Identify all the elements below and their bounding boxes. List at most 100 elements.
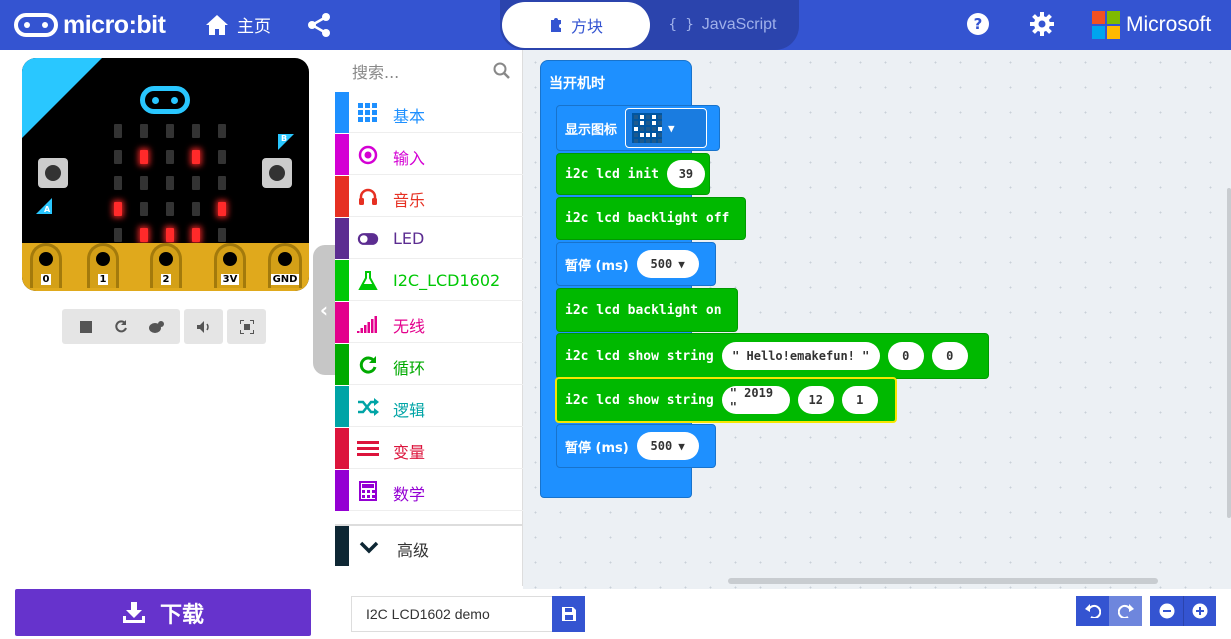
help-button[interactable]: ? [966,12,990,40]
pin-gnd[interactable]: GND [268,243,302,288]
category-color-bar [335,302,349,343]
bottom-bar: I2C LCD1602 demo [335,589,1231,639]
microbit-board[interactable]: A B 0 1 2 3V GND [22,58,309,291]
editor-mode-toggle: 方块 { } JavaScript [500,0,799,50]
toolbox-category-7[interactable]: 逻辑 [335,386,523,427]
microbit-logo[interactable]: micro:bit [14,10,166,40]
board-logo-touch[interactable] [140,86,190,114]
mute-button[interactable] [184,309,223,344]
toolbox-category-9[interactable]: 数学 [335,470,523,511]
led [140,202,148,216]
show-string-y-2[interactable]: 1 [841,386,878,414]
show-string-block-1[interactable]: i2c lcd show string " Hello!emakefun! " … [556,333,989,379]
blocks-mode-label: 方块 [570,17,603,36]
show-string-text-1[interactable]: " Hello!emakefun! " [721,342,880,370]
on-start-label: 当开机时 [549,76,605,92]
advanced-label: 高级 [397,541,430,560]
toolbox-category-8[interactable]: 变量 [335,428,523,469]
pause-label-2: 暂停 (ms) [565,440,629,456]
pin-2[interactable]: 2 [150,243,182,288]
pause-value-2[interactable]: 500 ▼ [636,432,699,460]
undo-icon [1084,604,1101,618]
show-string-x-2[interactable]: 12 [797,386,834,414]
toolbox-category-2[interactable]: 音乐 [335,176,523,217]
download-button[interactable]: 下载 [15,589,311,636]
pause-value-1[interactable]: 500 ▼ [636,250,699,278]
fullscreen-button[interactable] [227,309,266,344]
microsoft-logo[interactable]: Microsoft [1092,11,1211,39]
show-icon-block[interactable]: 显示图标 ▼ [556,105,720,151]
toolbox-category-5[interactable]: 无线 [335,302,523,343]
zoom-group [1150,596,1216,626]
button-b[interactable] [262,158,292,188]
backlight-off-label: i2c lcd backlight off [565,211,730,226]
lcd-init-block[interactable]: i2c lcd init 39 [556,153,710,195]
show-string-x-1[interactable]: 0 [887,342,924,370]
category-color-bar [335,92,349,133]
zoom-out-button[interactable] [1150,596,1183,626]
horizontal-scrollbar[interactable] [728,578,1158,584]
toolbox-category-4[interactable]: I2C_LCD1602 [335,260,523,301]
led [218,124,226,138]
led [114,124,122,138]
sound-icon [196,320,209,333]
pin-0[interactable]: 0 [30,243,62,288]
shuffle-icon [357,396,379,418]
toolbox-category-0[interactable]: 基本 [335,92,523,133]
restart-button[interactable] [111,317,131,337]
backlight-on-block[interactable]: i2c lcd backlight on [556,288,738,332]
pin-1[interactable]: 1 [87,243,119,288]
braces-icon: { } [668,17,694,33]
pause-block-1[interactable]: 暂停 (ms) 500 ▼ [556,242,716,286]
blocks-mode-tab[interactable]: 方块 [502,2,650,48]
javascript-mode-tab[interactable]: { } JavaScript [650,2,795,48]
home-icon [206,14,228,35]
vertical-scrollbar[interactable] [1227,188,1231,518]
show-string-text-2[interactable]: " 2019 " [721,386,790,414]
button-a[interactable] [38,158,68,188]
redo-button[interactable] [1109,596,1142,626]
share-icon [308,13,330,37]
help-icon: ? [967,13,989,35]
undo-button[interactable] [1076,596,1109,626]
zoom-in-button[interactable] [1183,596,1216,626]
pin-3v[interactable]: 3V [214,243,246,288]
category-label: I2C_LCD1602 [393,271,501,290]
led [166,228,174,242]
redo-icon [1117,604,1134,618]
toolbox-advanced[interactable]: 高级 [335,524,523,566]
collapse-simulator-button[interactable]: ‹ [313,245,335,375]
icon-dropdown[interactable]: ▼ [625,108,708,148]
category-label: LED [393,229,425,248]
category-color-bar [335,176,349,217]
toolbox-category-1[interactable]: 输入 [335,134,523,175]
debug-button[interactable] [146,317,166,337]
simulator-panel: A B 0 1 2 3V GND 下载 [0,50,335,639]
toolbox-category-6[interactable]: 循环 [335,344,523,385]
pause-block-2[interactable]: 暂停 (ms) 500 ▼ [556,424,716,468]
project-name-input[interactable]: I2C LCD1602 demo [351,596,552,632]
simulator-controls-extra [184,309,266,344]
settings-button[interactable] [1030,12,1054,40]
home-button[interactable]: 主页 [205,12,271,37]
lcd-init-address[interactable]: 39 [666,160,705,188]
share-button[interactable] [307,12,331,42]
led [192,176,200,190]
search-icon [493,62,510,79]
search-input[interactable]: 搜索... [352,59,399,83]
led [218,228,226,242]
gear-icon [1030,12,1054,36]
led [114,176,122,190]
show-string-y-1[interactable]: 0 [931,342,968,370]
save-button[interactable] [552,596,585,632]
toolbox-search[interactable]: 搜索... [335,50,523,92]
caret-down-icon: ▼ [668,121,675,135]
stop-button[interactable] [76,317,96,337]
led [218,176,226,190]
blocks-workspace[interactable]: 当开机时 显示图标 ▼ i2c lcd init 39 i2c lcd back… [523,50,1231,589]
show-icon-label: 显示图标 [565,122,618,138]
toolbox-category-3[interactable]: LED [335,218,523,259]
backlight-off-block[interactable]: i2c lcd backlight off [556,197,746,240]
show-string-block-2[interactable]: i2c lcd show string " 2019 " 12 1 [555,377,897,423]
category-label: 输入 [393,149,426,168]
